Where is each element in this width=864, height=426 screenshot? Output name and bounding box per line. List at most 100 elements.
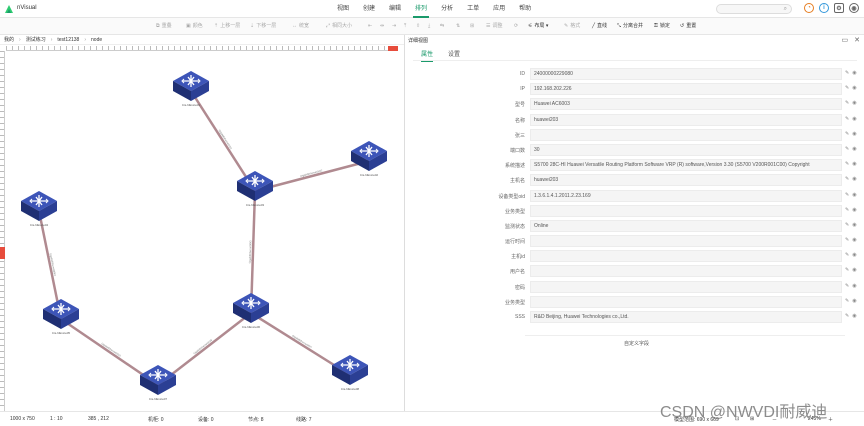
edit-icon[interactable]: ✎ <box>845 116 849 122</box>
property-value[interactable] <box>530 250 842 263</box>
info-icon[interactable]: i <box>819 3 829 13</box>
edit-icon[interactable]: ✎ <box>845 100 849 106</box>
user-avatar-icon[interactable]: ◉ <box>849 3 859 13</box>
edit-icon[interactable]: ✎ <box>845 313 849 319</box>
menu-item[interactable]: 排列 <box>408 0 434 18</box>
visibility-eye-icon[interactable]: ◉ <box>852 192 856 198</box>
visibility-eye-icon[interactable]: ◉ <box>852 85 856 91</box>
menu-item[interactable]: 应用 <box>486 0 512 18</box>
property-value[interactable]: R&D Beijing, Huawei Technologies co.,Ltd… <box>530 311 842 323</box>
property-value[interactable]: S5700 28C-HI Huawei Versatile Routing Pl… <box>530 159 842 172</box>
menu-item[interactable]: 分析 <box>434 0 460 18</box>
property-value[interactable] <box>530 280 842 293</box>
edit-icon[interactable]: ✎ <box>845 192 849 198</box>
topology-canvas[interactable]: GigabitEthernet0/0/1GigabitEthernet0/0/2… <box>6 51 404 411</box>
edit-icon[interactable]: ✎ <box>845 237 849 243</box>
visibility-eye-icon[interactable]: ◉ <box>852 267 856 273</box>
visibility-eye-icon[interactable]: ◉ <box>852 283 856 289</box>
property-value[interactable]: 192.168.202.226 <box>530 83 842 96</box>
visibility-eye-icon[interactable]: ◉ <box>852 298 856 304</box>
edit-icon[interactable]: ✎ <box>845 207 849 213</box>
same-width-button[interactable]: ↔ 统宽 <box>292 18 309 34</box>
property-value[interactable]: huawei203 <box>530 113 842 126</box>
switch-node[interactable]: Cis-NEvice07 <box>139 364 177 401</box>
menu-item[interactable]: 编辑 <box>382 0 408 18</box>
menu-item[interactable]: 工单 <box>460 0 486 18</box>
edit-icon[interactable]: ✎ <box>845 131 849 137</box>
property-value[interactable] <box>530 235 842 248</box>
link-line[interactable] <box>189 90 257 192</box>
same-color-button[interactable]: ▣ 颜色 <box>186 18 203 34</box>
edit-icon[interactable]: ✎ <box>845 298 849 304</box>
switch-node[interactable]: Cis-NEvice05 <box>42 298 80 335</box>
property-value[interactable]: huawei203 <box>530 174 842 187</box>
visibility-eye-icon[interactable]: ◉ <box>852 131 856 137</box>
move-down-button[interactable]: ⇣ 下移一层 <box>250 18 276 34</box>
rotate-icon[interactable]: ⟳ <box>514 18 518 34</box>
visibility-eye-icon[interactable]: ◉ <box>852 207 856 213</box>
search-input[interactable]: ⌕ <box>716 4 792 14</box>
edit-icon[interactable]: ✎ <box>845 267 849 273</box>
align-button[interactable]: ☰ 调整 <box>486 18 503 34</box>
reset-button[interactable]: ↺ 重置 <box>680 18 696 34</box>
distribute-v-icon[interactable]: ⇅ <box>456 18 460 34</box>
property-value[interactable] <box>530 295 842 308</box>
tidy-icon[interactable]: ⊞ <box>470 18 474 34</box>
property-value[interactable]: 30 <box>530 143 842 156</box>
visibility-eye-icon[interactable]: ◉ <box>852 176 856 182</box>
split-merge-button[interactable]: ⤡ 分离合并 <box>617 18 643 34</box>
edit-icon[interactable]: ✎ <box>845 222 849 228</box>
align-bottom-icon[interactable]: ⤓ <box>428 18 430 34</box>
move-up-button[interactable]: ⇡ 上移一层 <box>214 18 240 34</box>
visibility-eye-icon[interactable]: ◉ <box>852 161 856 167</box>
menu-item[interactable]: 帮助 <box>512 0 538 18</box>
settings-gear-icon[interactable]: ⚙ <box>834 3 844 13</box>
layout-button[interactable]: ⚟ 布局 ▾ <box>528 18 548 34</box>
same-size-button[interactable]: ⤢ 相同大小 <box>326 18 352 34</box>
history-icon[interactable]: ◔ <box>804 3 814 13</box>
close-icon[interactable]: ✕ <box>854 36 860 44</box>
switch-node[interactable]: Cis-NEvice08 <box>331 354 369 391</box>
property-value[interactable]: 1.3.6.1.4.1.2011.2.23.169 <box>530 189 842 202</box>
visibility-eye-icon[interactable]: ◉ <box>852 100 856 106</box>
menu-item[interactable]: 创建 <box>356 0 382 18</box>
align-right-icon[interactable]: ⇥ <box>392 18 396 34</box>
property-value[interactable]: Huawei AC6003 <box>530 98 842 111</box>
property-value[interactable]: 24000000229080 <box>530 68 842 80</box>
breadcrumb-item[interactable]: test12138 <box>57 37 79 43</box>
align-top-icon[interactable]: ⤒ <box>404 18 406 34</box>
distribute-h-icon[interactable]: ⇆ <box>440 18 444 34</box>
property-value[interactable]: Online <box>530 219 842 232</box>
visibility-eye-icon[interactable]: ◉ <box>852 146 856 152</box>
breadcrumb-item[interactable]: node <box>91 37 102 43</box>
edit-icon[interactable]: ✎ <box>845 70 849 76</box>
overlay-button[interactable]: ⧉ 重叠 <box>156 18 172 34</box>
paste-format-button[interactable]: ✎ 格式 <box>564 18 580 34</box>
property-value[interactable] <box>530 128 842 141</box>
edit-icon[interactable]: ✎ <box>845 252 849 258</box>
lock-button[interactable]: ⚿ 锁定 <box>654 18 670 34</box>
menu-item[interactable]: 视图 <box>330 0 356 18</box>
visibility-eye-icon[interactable]: ◉ <box>852 313 856 319</box>
property-value[interactable] <box>530 204 842 217</box>
visibility-eye-icon[interactable]: ◉ <box>852 252 856 258</box>
visibility-eye-icon[interactable]: ◉ <box>852 222 856 228</box>
switch-node[interactable]: Cis-NEvice04 <box>20 190 58 227</box>
breadcrumb-item[interactable]: 测试练习 <box>26 36 46 43</box>
align-center-icon[interactable]: ⇹ <box>380 18 384 34</box>
custom-fields-button[interactable]: 自定义字段 <box>624 340 649 347</box>
edit-icon[interactable]: ✎ <box>845 283 849 289</box>
edit-icon[interactable]: ✎ <box>845 146 849 152</box>
edit-icon[interactable]: ✎ <box>845 161 849 167</box>
switch-node[interactable]: Cis-NEvice01 <box>172 70 210 107</box>
edit-icon[interactable]: ✎ <box>845 176 849 182</box>
maximize-icon[interactable]: ▭ <box>842 36 849 44</box>
align-left-icon[interactable]: ⇤ <box>368 18 372 34</box>
visibility-eye-icon[interactable]: ◉ <box>852 70 856 76</box>
breadcrumb-item[interactable]: 我的 <box>4 36 14 43</box>
visibility-eye-icon[interactable]: ◉ <box>852 237 856 243</box>
straight-line-button[interactable]: ╱ 直线 <box>592 18 607 34</box>
property-value[interactable] <box>530 265 842 278</box>
align-middle-icon[interactable]: ⇳ <box>416 18 420 34</box>
switch-node[interactable]: Cis-NEvice02 <box>350 140 388 177</box>
